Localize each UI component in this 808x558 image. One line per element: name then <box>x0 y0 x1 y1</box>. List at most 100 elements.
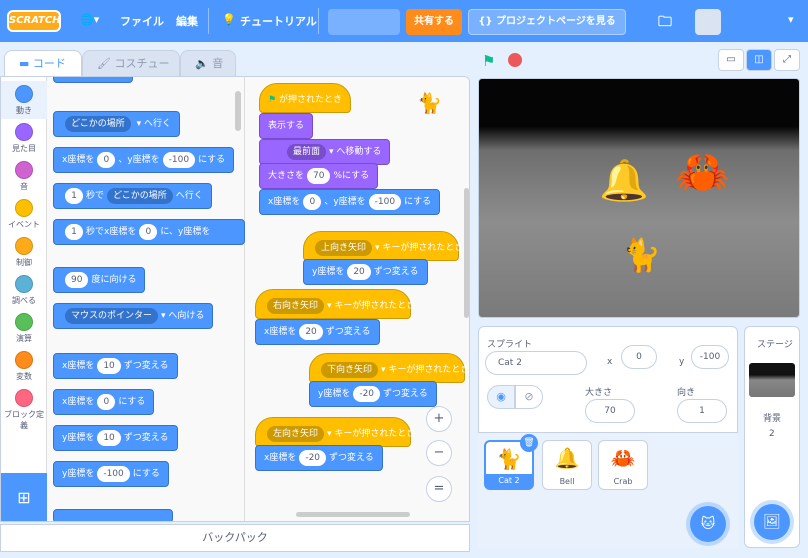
bell-sprite[interactable]: 🔔 <box>599 161 649 201</box>
category-my-blocks[interactable]: ブロック定義 <box>1 389 47 439</box>
add-backdrop-icon[interactable]: 🖼 <box>754 504 790 540</box>
when-down-key-block[interactable]: 下向き矢印 ▾ キーが押されたとき <box>309 353 469 383</box>
backpack[interactable]: バックパック <box>0 524 470 552</box>
when-up-key-block[interactable]: 上向き矢印 ▾ キーが押されたとき <box>303 231 463 261</box>
crab-sprite[interactable]: 🦀 <box>675 151 730 195</box>
goto-dropdown[interactable]: どこかの場所 <box>65 116 131 132</box>
palette-point-direction-block[interactable]: 90 度に向ける <box>53 267 146 293</box>
backdrop-thumbnail[interactable] <box>749 363 795 397</box>
tab-costume[interactable]: 🖌 コスチューム <box>82 50 180 96</box>
globe-icon[interactable]: 🌐▾ <box>80 13 99 26</box>
dx-input[interactable]: 20 <box>299 324 323 340</box>
palette-set-x-block[interactable]: x座標を 0 にする <box>53 389 155 415</box>
go-to-front-block[interactable]: 最前面 ▾ へ移動する <box>259 139 391 165</box>
secs-input[interactable]: 1 <box>65 188 83 204</box>
dy-input[interactable]: 10 <box>97 430 121 446</box>
when-left-key-block[interactable]: 左向き矢印 ▾ キーが押されたとき <box>255 417 415 447</box>
category-operators[interactable]: 演算 <box>1 313 47 351</box>
cat-sprite[interactable]: 🐈 <box>621 239 661 271</box>
x-input[interactable]: 0 <box>97 152 116 168</box>
glide-dropdown[interactable]: どこかの場所 <box>107 188 173 204</box>
dx-input[interactable]: -20 <box>299 450 327 466</box>
palette-glide-xy-block[interactable]: 1 秒でx座標を 0 に、y座標を <box>53 219 245 245</box>
direction-input[interactable]: 90 <box>65 272 89 288</box>
project-title-input[interactable] <box>328 9 400 35</box>
menu-tutorial[interactable]: チュートリアル <box>240 13 317 29</box>
category-motion[interactable]: 動き <box>1 81 47 119</box>
zoom-out-icon[interactable]: − <box>426 440 452 466</box>
category-looks[interactable]: 見た目 <box>1 123 47 161</box>
change-y-up-block[interactable]: y座標を 20 ずつ変える <box>303 259 428 285</box>
set-size-block[interactable]: 大きさを 70 %にする <box>259 163 379 189</box>
show-sprite-eye-icon[interactable]: ◉ <box>487 385 515 409</box>
normal-stage-icon[interactable]: ◫ <box>746 49 772 71</box>
category-sound[interactable]: 音 <box>1 161 47 199</box>
key-dropdown[interactable]: 上向き矢印 <box>315 240 373 256</box>
sprite-thumb-crab[interactable]: 🦀 Crab <box>598 440 648 490</box>
palette-change-y-block[interactable]: y座標を 10 ずつ変える <box>53 425 178 451</box>
show-block[interactable]: 表示する <box>259 113 314 139</box>
palette-change-x-block[interactable]: x座標を 10 ずつ変える <box>53 353 178 379</box>
x-input[interactable]: 0 <box>97 394 116 410</box>
x-input[interactable]: 0 <box>621 345 657 369</box>
palette-goto-block[interactable]: どこかの場所 ▾ へ行く <box>53 111 180 137</box>
change-y-down-block[interactable]: y座標を -20 ずつ変える <box>309 381 437 407</box>
dx-input[interactable]: 10 <box>97 358 121 374</box>
script-setxy-block[interactable]: x座標を 0 、y座標を -100 にする <box>259 189 441 215</box>
see-project-page-button[interactable]: {} プロジェクトページを見る <box>468 9 626 35</box>
change-x-right-block[interactable]: x座標を 20 ずつ変える <box>255 319 380 345</box>
sprite-thumb-bell[interactable]: 🔔 Bell <box>542 440 592 490</box>
palette-scrollbar[interactable] <box>235 91 241 131</box>
towards-dropdown[interactable]: マウスのポインター <box>65 308 159 324</box>
dy-input[interactable]: 20 <box>347 264 371 280</box>
add-sprite-icon[interactable]: 🐱 <box>690 506 726 542</box>
category-variables[interactable]: 変数 <box>1 351 47 389</box>
sprite-name-input[interactable]: Cat 2 <box>485 351 587 375</box>
menu-edit[interactable]: 編集 <box>176 13 198 29</box>
trash-icon[interactable]: 🗑 <box>520 434 538 452</box>
layer-dropdown[interactable]: 最前面 <box>287 144 327 160</box>
stop-icon[interactable] <box>508 53 522 67</box>
category-events[interactable]: イベント <box>1 199 47 237</box>
palette-point-towards-block[interactable]: マウスのポインター ▾ へ向ける <box>53 303 214 329</box>
menu-file[interactable]: ファイル <box>120 13 164 29</box>
tab-code[interactable]: ▬ コード <box>4 50 82 78</box>
chevron-down-icon[interactable]: ▾ <box>788 13 794 26</box>
add-extension-button[interactable]: ⊞ <box>1 473 47 521</box>
category-sensing[interactable]: 調べる <box>1 275 47 313</box>
scratch-logo[interactable]: SCRATCH <box>7 10 61 32</box>
script-horizontal-scrollbar[interactable] <box>296 512 410 517</box>
green-flag-icon[interactable]: ⚑ <box>482 52 495 70</box>
direction-input[interactable]: 1 <box>677 399 727 423</box>
avatar[interactable] <box>695 9 721 35</box>
small-stage-icon[interactable]: ▭ <box>718 49 744 71</box>
palette-glide-block[interactable]: 1 秒で どこかの場所 へ行く <box>53 183 212 209</box>
stage-canvas[interactable]: 🔔 🦀 🐈 <box>478 78 800 318</box>
y-input[interactable]: -100 <box>691 345 729 369</box>
share-button[interactable]: 共有する <box>406 9 462 35</box>
tab-sound[interactable]: 🔈 音 <box>180 50 236 78</box>
palette-block-partial[interactable] <box>53 77 133 83</box>
key-dropdown[interactable]: 左向き矢印 <box>267 426 325 442</box>
palette-block-partial[interactable] <box>53 509 173 521</box>
y-input[interactable]: -100 <box>97 466 130 482</box>
dy-input[interactable]: -20 <box>353 386 381 402</box>
hide-sprite-icon[interactable]: ⊘ <box>515 385 543 409</box>
size-input[interactable]: 70 <box>307 168 331 184</box>
y-input[interactable]: -100 <box>162 152 196 168</box>
key-dropdown[interactable]: 下向き矢印 <box>321 362 379 378</box>
palette-setxy-block[interactable]: x座標を 0 、y座標を -100 にする <box>53 147 235 173</box>
category-control[interactable]: 制御 <box>1 237 47 275</box>
zoom-in-icon[interactable]: + <box>426 406 452 432</box>
folder-icon[interactable]: 🗀 <box>658 11 672 35</box>
when-right-key-block[interactable]: 右向き矢印 ▾ キーが押されたとき <box>255 289 415 319</box>
fullscreen-icon[interactable]: ⤢ <box>774 49 800 71</box>
palette-set-y-block[interactable]: y座標を -100 にする <box>53 461 169 487</box>
change-x-left-block[interactable]: x座標を -20 ずつ変える <box>255 445 383 471</box>
script-vertical-scrollbar[interactable] <box>464 188 469 318</box>
x-input[interactable]: 0 <box>303 194 322 210</box>
zoom-reset-icon[interactable]: = <box>426 476 452 502</box>
when-flag-clicked-block[interactable]: ⚑ が押されたとき <box>259 83 351 113</box>
x-input[interactable]: 0 <box>139 224 158 240</box>
y-input[interactable]: -100 <box>368 194 402 210</box>
